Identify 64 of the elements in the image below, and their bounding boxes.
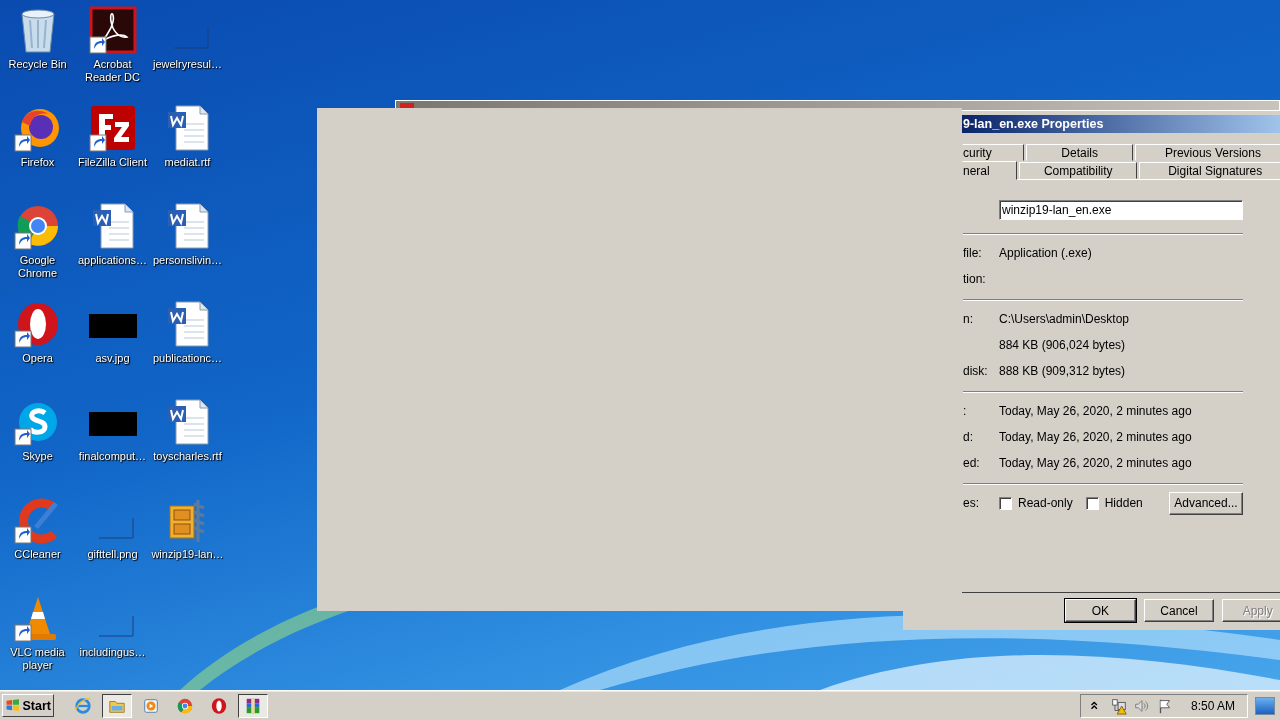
icon-label: asv.jpg	[94, 352, 131, 365]
browser-icon	[210, 696, 228, 715]
checkbox[interactable]	[999, 496, 1012, 510]
field-value: Today, May 26, 2020, 2 minutes ago	[999, 456, 1192, 470]
field-value: Today, May 26, 2020, 2 minutes ago	[999, 404, 1192, 418]
field-label: tion:	[963, 272, 987, 286]
checkbox-label: Read-only	[1018, 496, 1073, 510]
taskbar-button[interactable]	[238, 693, 268, 718]
checkbox-label: Hidden	[1104, 496, 1143, 510]
tab[interactable]: neral	[962, 161, 1017, 180]
icon-label: jewelryresul…	[151, 58, 224, 71]
field-value: 888 KB (909,312 bytes)	[999, 364, 1126, 378]
field-label: d:	[963, 430, 974, 444]
icon-label: publicationc…	[151, 352, 224, 365]
icon-label: Firefox	[19, 156, 56, 169]
icon-label: Opera	[21, 352, 54, 365]
icon-label: Skype	[21, 450, 54, 463]
browser-icon	[74, 696, 92, 715]
start-button[interactable]: Start	[2, 694, 54, 717]
tab[interactable]: Details	[1026, 144, 1133, 161]
field-value: Application (.exe)	[999, 246, 1092, 260]
field-label: disk:	[963, 364, 989, 378]
tab[interactable]: Compatibility	[1019, 162, 1138, 179]
field-label: ed:	[963, 456, 981, 470]
field-value: C:\Users\admin\Desktop	[999, 312, 1130, 326]
field-label: n:	[963, 312, 974, 326]
dialog-button[interactable]: Cancel	[1143, 599, 1215, 622]
icon-label: VLC media player	[9, 646, 66, 672]
ftp-client-icon[interactable]	[88, 104, 137, 152]
icon-label: toyscharles.rtf	[152, 450, 223, 463]
tab[interactable]: Previous Versions	[1134, 144, 1280, 161]
field-label: es:	[963, 496, 980, 510]
icon-label: Google Chrome	[16, 254, 59, 280]
field-label: file:	[963, 246, 983, 260]
network-warning-icon[interactable]	[1109, 696, 1128, 715]
tab[interactable]: Digital Signatures	[1139, 162, 1280, 179]
dialog-button[interactable]: OK	[1065, 599, 1136, 622]
pdf-reader-icon[interactable]	[88, 6, 137, 54]
archive-icon	[244, 696, 262, 715]
window-title: 9-lan_en.exe Properties	[962, 115, 1280, 133]
icon-label: includingus…	[78, 646, 147, 659]
icon-label: Recycle Bin	[7, 58, 68, 71]
start-logo-icon	[5, 697, 21, 714]
advanced-button[interactable]: Advanced...	[1169, 491, 1243, 515]
tab[interactable]: curity	[962, 144, 1025, 161]
taskbar-button[interactable]	[102, 693, 132, 718]
field-label: :	[963, 404, 968, 418]
icon-label: FileZilla Client	[76, 156, 149, 169]
media-player-icon	[142, 696, 160, 715]
icon-label: gifttell.png	[86, 548, 139, 561]
icon-label: Acrobat Reader DC	[84, 58, 141, 84]
field-value: Today, May 26, 2020, 2 minutes ago	[999, 430, 1192, 444]
icon-label: finalcomput…	[77, 450, 148, 463]
icon-label: winzip19-lan…	[150, 548, 225, 561]
show-desktop-button[interactable]	[1255, 696, 1275, 715]
icon-label: CCleaner	[13, 548, 62, 561]
file-name-field[interactable]: winzip19-lan_en.exe	[999, 200, 1243, 220]
browser-icon	[176, 696, 194, 715]
icon-label: personslivin…	[151, 254, 224, 267]
icon-label: applications…	[76, 254, 149, 267]
checkbox[interactable]	[1085, 496, 1099, 510]
icon-label: mediat.rtf	[163, 156, 212, 169]
field-value: 884 KB (906,024 bytes)	[999, 338, 1126, 352]
clock[interactable]: 8:50 AM	[1190, 698, 1235, 713]
